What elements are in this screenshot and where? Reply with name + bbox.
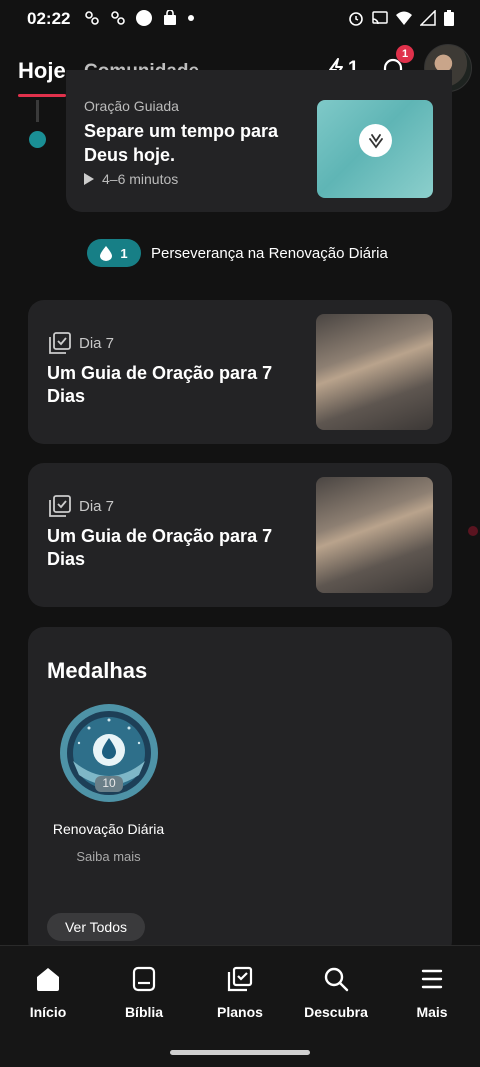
plan-day: Dia 7 (48, 332, 114, 354)
plan-check-icon (49, 332, 71, 354)
nav-label: Início (29, 1004, 67, 1020)
plan-title: Um Guia de Oração para 7 Dias (47, 526, 273, 569)
status-time: 02:22 (27, 9, 71, 28)
nav-item-planos[interactable]: Planos (192, 966, 288, 1020)
home-indicator[interactable] (170, 1050, 310, 1055)
prayer-card-title: Separe um tempo para Deus hoje. (84, 121, 279, 165)
nav-item-biblia[interactable]: Bíblia (96, 966, 192, 1020)
media-icon (111, 11, 125, 25)
timeline-line (36, 100, 39, 122)
nav-item-mais[interactable]: Mais (384, 966, 480, 1020)
medal-learn-more-link[interactable]: Saiba mais (28, 849, 189, 864)
medal-name[interactable]: Renovação Diária (28, 821, 189, 837)
plan-thumbnail (316, 314, 433, 430)
medals-title: Medalhas (47, 658, 148, 683)
nav-label: Bíblia (124, 1004, 164, 1020)
plan-day: Dia 7 (48, 495, 114, 517)
plan-day-label: Dia 7 (79, 334, 115, 352)
streak-banner-text[interactable]: Perseverança na Renovação Diária (151, 245, 388, 262)
shop-icon (164, 10, 176, 25)
streak-pill[interactable]: 1 (87, 239, 141, 267)
signal-icon (420, 10, 436, 26)
alarm-icon (349, 12, 363, 26)
prayer-duration: 4–6 minutos (84, 171, 178, 187)
battery-icon (444, 10, 454, 26)
bible-icon (132, 966, 156, 992)
medals-card: Medalhas 10 Renovação Diária Saiba mais … (28, 627, 452, 957)
cast-icon (372, 11, 388, 25)
plan-day-label: Dia 7 (79, 497, 115, 515)
circle-icon (136, 10, 152, 26)
nav-item-inicio[interactable]: Início (0, 966, 96, 1020)
bottom-nav: Início Bíblia Planos Descubra Mais (0, 945, 480, 1067)
nav-label: Planos (217, 1004, 263, 1020)
notification-badge: 1 (396, 45, 414, 63)
scroll-indicator-dot (468, 526, 478, 536)
nav-label: Mais (416, 1004, 448, 1020)
menu-icon (421, 969, 443, 989)
media-icon (85, 11, 99, 25)
plan-card[interactable]: Dia 7 Um Guia de Oração para 7 Dias (28, 300, 452, 444)
view-all-button[interactable]: Ver Todos (47, 913, 145, 941)
guided-prayer-card[interactable]: Oração Guiada Separe um tempo para Deus … (66, 70, 452, 212)
streak-pill-count: 1 (120, 245, 128, 261)
wifi-icon (396, 11, 412, 25)
timeline-dot (29, 131, 46, 148)
nav-item-descubra[interactable]: Descubra (288, 966, 384, 1020)
tab-hoje[interactable]: Hoje (18, 58, 66, 84)
search-icon (324, 967, 349, 992)
play-icon (84, 173, 94, 185)
status-bar: 02:22 (0, 0, 480, 36)
prayer-thumbnail (317, 100, 433, 198)
plans-icon (227, 966, 253, 992)
active-tab-indicator (18, 94, 66, 97)
medal-level: 10 (102, 776, 116, 790)
prayer-card-label: Oração Guiada (84, 98, 179, 114)
dot-icon (188, 15, 194, 21)
plan-title: Um Guia de Oração para 7 Dias (47, 363, 273, 406)
water-drop-icon (100, 245, 113, 261)
nav-label: Descubra (304, 1004, 368, 1020)
plan-card[interactable]: Dia 7 Um Guia de Oração para 7 Dias (28, 463, 452, 607)
plan-thumbnail (316, 477, 433, 593)
plan-check-icon (49, 495, 71, 517)
home-icon (37, 968, 59, 991)
praying-hands-icon (359, 124, 392, 157)
prayer-duration-text: 4–6 minutos (102, 171, 179, 187)
